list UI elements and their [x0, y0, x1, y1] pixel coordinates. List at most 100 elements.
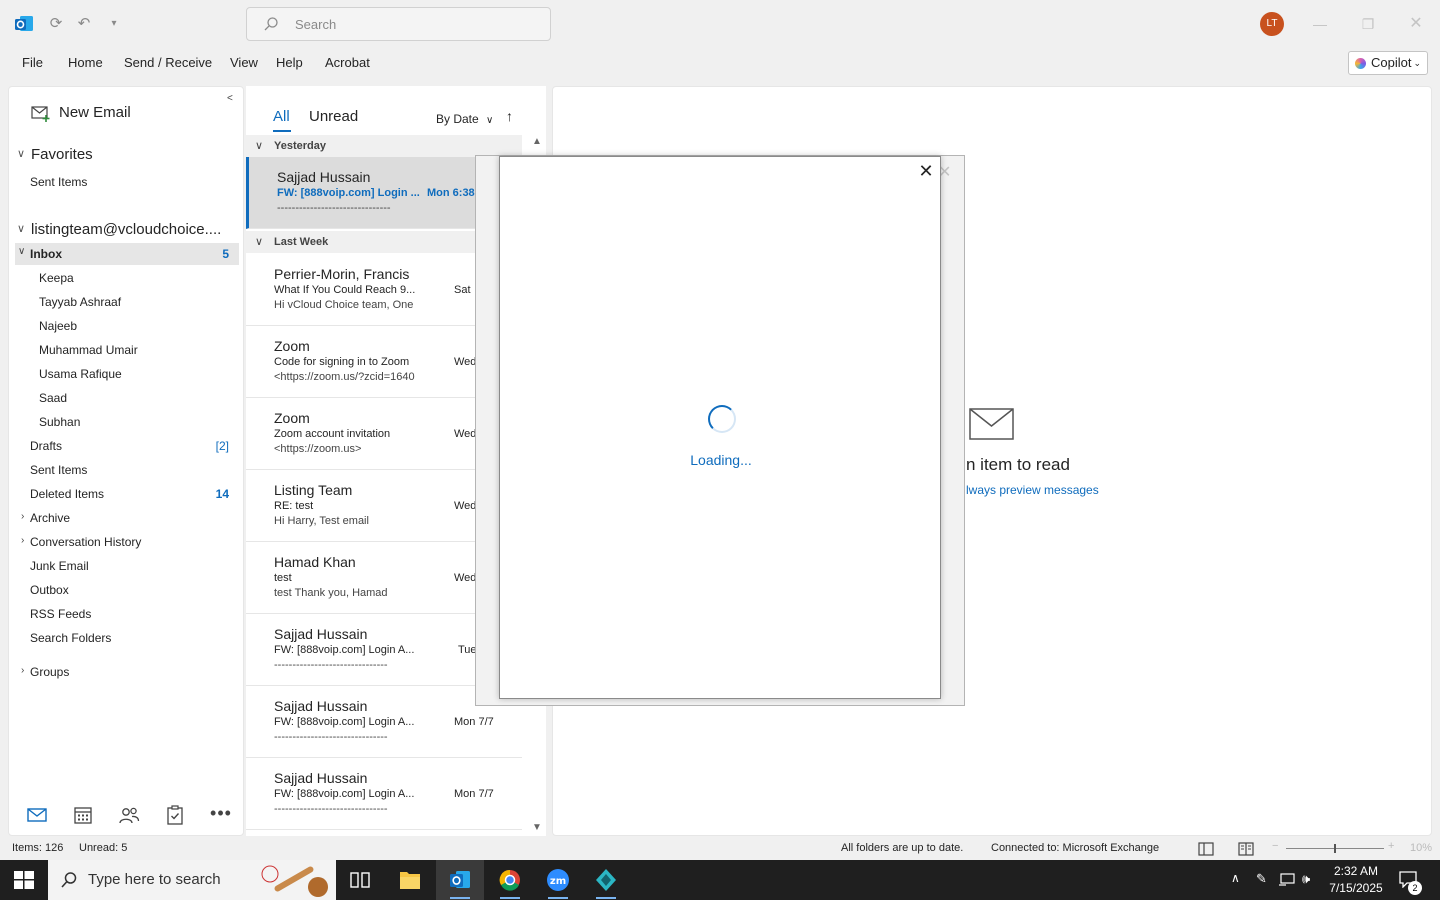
new-email-button[interactable]: New Email — [31, 103, 131, 127]
favorites-label: Favorites — [31, 146, 93, 163]
tasks-icon[interactable] — [163, 803, 187, 827]
collapse-pane-icon[interactable]: < — [227, 93, 233, 104]
message-date: Wed — [454, 500, 477, 512]
folder-drafts[interactable]: Drafts [2] — [30, 439, 235, 453]
folder-label: Junk Email — [30, 559, 89, 573]
outlook-taskbar-icon[interactable] — [436, 860, 484, 900]
file-explorer-icon[interactable] — [386, 860, 434, 900]
status-item-count: Items: 126 — [12, 842, 64, 854]
folder-label: Groups — [30, 665, 70, 679]
message-subject: FW: [888voip.com] Login A... — [274, 788, 415, 800]
search-input[interactable]: Search — [246, 7, 551, 41]
group-header-yesterday[interactable]: ∨ Yesterday — [246, 135, 522, 157]
message-date: Mon 7/7 — [454, 716, 494, 728]
calendar-icon[interactable] — [71, 803, 95, 827]
close-dialog-icon[interactable]: ✕ — [916, 161, 936, 181]
taskbar-search-placeholder: Type here to search — [88, 871, 221, 888]
app-taskbar-icon[interactable] — [582, 860, 630, 900]
tab-all[interactable]: All — [273, 108, 290, 125]
new-email-icon — [31, 106, 50, 122]
sort-direction-icon[interactable]: ↑ — [506, 108, 513, 124]
mail-icon[interactable] — [25, 803, 49, 827]
normal-view-icon[interactable] — [1198, 842, 1214, 856]
message-subject: FW: [888voip.com] Login A... — [274, 716, 415, 728]
message-subject: FW: [888voip.com] Login ... — [277, 187, 420, 199]
customize-toolbar-icon[interactable]: ▾ — [104, 14, 124, 34]
folder-rss-feeds[interactable]: RSS Feeds — [30, 607, 235, 621]
folder-search-folders[interactable]: Search Folders — [30, 631, 235, 645]
folder-sent-items[interactable]: Sent Items — [30, 463, 235, 477]
folder-label: Najeeb — [39, 319, 78, 333]
chevron-down-icon: ∨ — [486, 115, 494, 126]
status-connection: Connected to: Microsoft Exchange — [991, 842, 1160, 854]
scroll-up-icon[interactable]: ▲ — [532, 136, 542, 147]
zoom-level[interactable]: 10% — [1410, 842, 1432, 854]
folder-conversation-history[interactable]: › Conversation History — [21, 535, 235, 549]
folder-muhammad-umair[interactable]: Muhammad Umair — [39, 343, 235, 357]
close-window-icon[interactable]: ✕ — [1404, 12, 1428, 36]
inbox-unread-count: 5 — [222, 247, 229, 261]
zoom-app-icon[interactable]: zm — [534, 860, 582, 900]
folder-outbox[interactable]: Outbox — [30, 583, 235, 597]
people-icon[interactable] — [117, 803, 141, 827]
favorite-sent-items[interactable]: Sent Items — [30, 175, 235, 189]
message-preview: Hi Harry, Test email — [274, 515, 369, 527]
chrome-icon[interactable] — [486, 860, 534, 900]
chevron-right-icon[interactable]: › — [21, 535, 24, 546]
menu-file[interactable]: File — [22, 55, 43, 70]
chevron-right-icon[interactable]: › — [21, 511, 24, 522]
restore-icon[interactable]: ❐ — [1356, 12, 1380, 36]
folder-saad[interactable]: Saad — [39, 391, 235, 405]
account-header[interactable]: ∨ listingteam@vcloudchoice.... — [17, 221, 221, 238]
menu-acrobat[interactable]: Acrobat — [325, 55, 370, 70]
scroll-down-icon[interactable]: ▼ — [532, 822, 542, 833]
folder-junk-email[interactable]: Junk Email — [30, 559, 235, 573]
message-sender: Sajjad Hussain — [274, 698, 368, 714]
folder-groups[interactable]: › Groups — [21, 665, 235, 679]
folder-usama-rafique[interactable]: Usama Rafique — [39, 367, 235, 381]
notification-count-badge: 2 — [1408, 881, 1422, 895]
folder-label: Usama Rafique — [39, 367, 122, 381]
message-item[interactable]: Sajjad Hussain FW: [888voip.com] Login A… — [246, 758, 522, 830]
minimize-icon[interactable]: — — [1308, 12, 1332, 36]
avatar[interactable]: LT — [1260, 12, 1284, 36]
zoom-out-icon[interactable]: − — [1272, 840, 1278, 852]
folder-deleted-items[interactable]: Deleted Items 14 — [30, 487, 235, 501]
more-apps-icon[interactable]: ••• — [209, 803, 233, 827]
pen-icon[interactable]: ✎ — [1256, 871, 1267, 887]
favorites-header[interactable]: ∨ Favorites — [17, 146, 93, 163]
message-sender: Perrier-Morin, Francis — [274, 266, 410, 282]
chevron-down-icon: ∨ — [17, 148, 26, 160]
folder-tayyab-ashraaf[interactable]: Tayyab Ashraaf — [39, 295, 235, 309]
menu-view[interactable]: View — [230, 55, 258, 70]
running-app-indicator — [548, 897, 568, 899]
folder-archive[interactable]: › Archive — [21, 511, 235, 525]
copilot-button[interactable]: Copilot ⌄ — [1348, 51, 1428, 75]
sort-by-dropdown[interactable]: By Date ∨ — [436, 112, 493, 126]
menu-help[interactable]: Help — [276, 55, 303, 70]
reading-view-icon[interactable] — [1238, 842, 1254, 856]
windows-start-icon[interactable] — [14, 871, 34, 889]
undo-icon[interactable]: ↶ — [74, 14, 94, 34]
folder-inbox[interactable]: ∨ Inbox 5 — [15, 243, 239, 265]
sync-icon[interactable]: ⟳ — [46, 14, 66, 34]
message-date: Sat — [454, 284, 471, 296]
preview-messages-link[interactable]: lways preview messages — [966, 483, 1099, 497]
folder-label: Archive — [30, 511, 71, 525]
chevron-right-icon[interactable]: › — [21, 665, 24, 676]
folder-keepa[interactable]: Keepa — [39, 271, 235, 285]
folder-najeeb[interactable]: Najeeb — [39, 319, 235, 333]
volume-icon[interactable]: 🕪 — [1302, 871, 1310, 887]
show-hidden-icons[interactable]: ∧ — [1231, 871, 1240, 885]
folder-label: RSS Feeds — [30, 607, 92, 621]
folder-subhan[interactable]: Subhan — [39, 415, 235, 429]
task-view-icon[interactable] — [336, 860, 384, 900]
status-unread-count: Unread: 5 — [79, 842, 128, 854]
menu-send-receive[interactable]: Send / Receive — [124, 55, 212, 70]
zoom-slider-thumb[interactable] — [1334, 844, 1336, 853]
network-icon[interactable] — [1278, 872, 1296, 888]
menu-home[interactable]: Home — [68, 55, 103, 70]
tab-unread[interactable]: Unread — [309, 108, 358, 125]
zoom-in-icon[interactable]: + — [1388, 840, 1394, 852]
taskbar-clock[interactable]: 2:32 AM 7/15/2025 — [1326, 863, 1386, 897]
